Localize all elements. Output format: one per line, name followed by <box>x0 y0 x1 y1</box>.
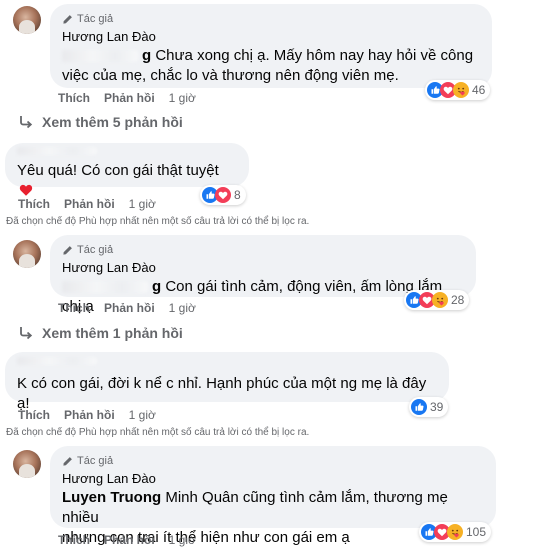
timestamp[interactable]: 1 giờ <box>129 408 156 422</box>
redacted-name <box>17 357 97 365</box>
reply-button[interactable]: Phản hồi <box>64 197 115 211</box>
author-badge: Tác giả <box>62 454 484 468</box>
reply-arrow-icon <box>20 327 33 340</box>
reaction-count: 8 <box>234 188 241 202</box>
reaction-summary[interactable]: 39 <box>409 397 449 417</box>
pencil-icon <box>62 245 73 256</box>
comment-author[interactable]: Hương Lan Đào <box>62 259 464 277</box>
heart-emoji <box>19 184 33 196</box>
reply-button[interactable]: Phản hồi <box>104 533 155 547</box>
timestamp[interactable]: 1 giờ <box>169 91 196 105</box>
comment-bubble: Tác giả Hương Lan Đào g Con gái tình cảm… <box>50 235 476 315</box>
author-badge: Tác giả <box>62 12 480 26</box>
timestamp[interactable]: 1 giờ <box>169 533 196 547</box>
like-button[interactable]: Thích <box>18 408 50 422</box>
comment-actions: Thích Phản hồi 1 giờ <box>58 301 196 315</box>
reaction-summary[interactable]: 28 <box>404 290 470 310</box>
comment-author[interactable]: Hương Lan Đào <box>62 470 484 488</box>
redacted-mention <box>62 281 148 294</box>
reaction-count: 39 <box>430 400 444 414</box>
like-button[interactable]: Thích <box>58 301 90 315</box>
love-icon <box>215 187 231 203</box>
comment-bubble: K có con gái, đời k nể c nhỉ. Hạnh phúc … <box>5 352 449 412</box>
author-badge: Tác giả <box>62 243 464 257</box>
comment-actions: Thích Phản hồi 1 giờ <box>18 408 156 422</box>
reaction-count: 28 <box>451 293 465 307</box>
filter-note: Đã chọn chế độ Phù hợp nhất nên một số c… <box>6 427 310 438</box>
reaction-summary[interactable]: 8 <box>200 185 246 205</box>
mention-link[interactable]: Luyen Truong <box>62 489 161 506</box>
reply-button[interactable]: Phản hồi <box>104 91 155 105</box>
redacted-name <box>17 147 97 155</box>
care-icon <box>447 524 463 540</box>
avatar[interactable] <box>13 6 41 34</box>
reply-button[interactable]: Phản hồi <box>64 408 115 422</box>
timestamp[interactable]: 1 giờ <box>169 301 196 315</box>
pencil-icon <box>62 456 73 467</box>
avatar[interactable] <box>13 240 41 268</box>
reaction-summary[interactable]: 46 <box>425 80 491 100</box>
like-button[interactable]: Thích <box>18 197 50 211</box>
reply-button[interactable]: Phản hồi <box>104 301 155 315</box>
redacted-mention <box>62 50 138 63</box>
comment-actions: Thích Phản hồi 1 giờ <box>58 533 196 547</box>
comment-bubble: Tác giả Hương Lan Đào g Chưa xong chị ạ.… <box>50 4 492 88</box>
reaction-count: 105 <box>466 525 487 539</box>
see-more-replies[interactable]: Xem thêm 1 phản hồi <box>18 325 183 341</box>
comment-author[interactable]: Hương Lan Đào <box>62 28 480 46</box>
care-icon <box>432 292 448 308</box>
filter-note: Đã chọn chế độ Phù hợp nhất nên một số c… <box>6 216 310 227</box>
like-button[interactable]: Thích <box>58 91 90 105</box>
mention-suffix[interactable]: g <box>152 278 161 295</box>
pencil-icon <box>62 14 73 25</box>
like-button[interactable]: Thích <box>58 533 90 547</box>
reaction-count: 46 <box>472 83 486 97</box>
comment-bubble: Yêu quá! Có con gái thật tuyệt <box>5 143 249 196</box>
care-icon <box>453 82 469 98</box>
see-more-replies[interactable]: Xem thêm 5 phản hồi <box>18 114 183 130</box>
mention-suffix[interactable]: g <box>142 47 151 64</box>
avatar[interactable] <box>13 450 41 478</box>
comment-actions: Thích Phản hồi 1 giờ <box>18 197 156 211</box>
comment-bubble: Tác giả Hương Lan Đào Luyen Truong Minh … <box>50 446 496 546</box>
reply-arrow-icon <box>20 116 33 129</box>
timestamp[interactable]: 1 giờ <box>129 197 156 211</box>
reaction-summary[interactable]: 105 <box>419 522 492 542</box>
comment-text: g Chưa xong chị ạ. Mấy hôm nay hay hỏi v… <box>62 47 474 84</box>
comment-actions: Thích Phản hồi 1 giờ <box>58 91 196 105</box>
like-icon <box>411 399 427 415</box>
